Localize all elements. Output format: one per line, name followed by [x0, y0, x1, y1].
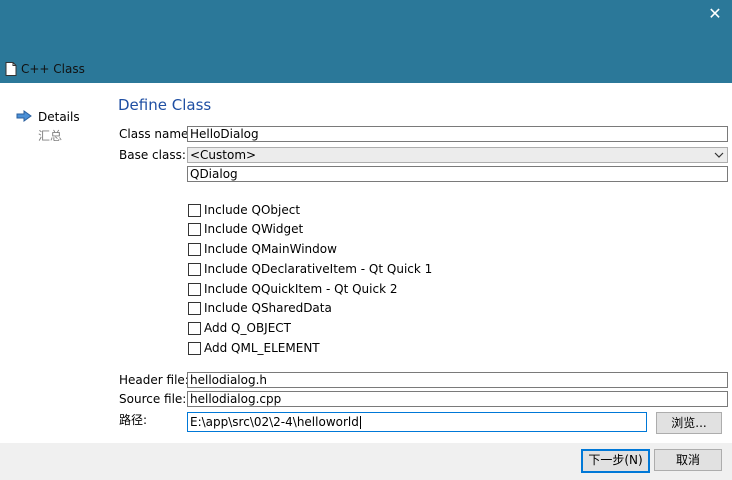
next-button[interactable]: 下一步(N) [581, 449, 650, 473]
chevron-down-icon [714, 152, 724, 158]
base-class-value: <Custom> [190, 148, 257, 162]
checkbox[interactable] [188, 342, 201, 355]
option-label: Include QSharedData [204, 301, 332, 315]
option-label: Include QQuickItem - Qt Quick 2 [204, 282, 398, 296]
checkbox[interactable] [188, 322, 201, 335]
header-file-field[interactable]: hellodialog.h [187, 372, 728, 388]
checkbox[interactable] [188, 223, 201, 236]
title-bar: ✕ C++ Class [0, 0, 732, 83]
source-file-label: Source file: [119, 392, 187, 406]
window-title: C++ Class [21, 62, 85, 76]
wizard-window: ✕ C++ Class Details 汇总 Define Class Clas… [0, 0, 732, 480]
browse-button[interactable]: 浏览... [656, 412, 722, 434]
option-label: Add Q_OBJECT [204, 321, 291, 335]
option-label: Include QObject [204, 203, 301, 217]
page-title: Define Class [118, 96, 212, 114]
text-caret [359, 416, 361, 429]
option-label: Include QMainWindow [204, 242, 337, 256]
class-name-label: Class name: [119, 127, 193, 141]
class-name-field[interactable]: HelloDialog [187, 126, 728, 142]
option-label: Add QML_ELEMENT [204, 341, 320, 355]
close-icon[interactable]: ✕ [706, 5, 724, 23]
path-field[interactable]: E:\app\src\02\2-4\helloworld [187, 412, 647, 432]
source-file-field[interactable]: hellodialog.cpp [187, 391, 728, 407]
path-label: 路径: [119, 413, 148, 427]
header-file-label: Header file: [119, 373, 189, 387]
checkbox[interactable] [188, 283, 201, 296]
checkbox[interactable] [188, 302, 201, 315]
checkbox[interactable] [188, 204, 201, 217]
path-value: E:\app\src\02\2-4\helloworld [190, 415, 359, 429]
option-label: Include QWidget [204, 222, 304, 236]
footer-bar: 下一步(N) 取消 [0, 443, 732, 480]
document-icon [5, 62, 17, 76]
base-class-select[interactable]: <Custom> [187, 147, 728, 163]
checkbox[interactable] [188, 263, 201, 276]
cancel-button[interactable]: 取消 [654, 449, 722, 471]
custom-base-class-field[interactable]: QDialog [187, 166, 728, 182]
checkbox[interactable] [188, 243, 201, 256]
base-class-label: Base class: [119, 148, 186, 162]
page-content: Define Class Class name: HelloDialog Bas… [0, 83, 732, 443]
option-label: Include QDeclarativeItem - Qt Quick 1 [204, 262, 433, 276]
